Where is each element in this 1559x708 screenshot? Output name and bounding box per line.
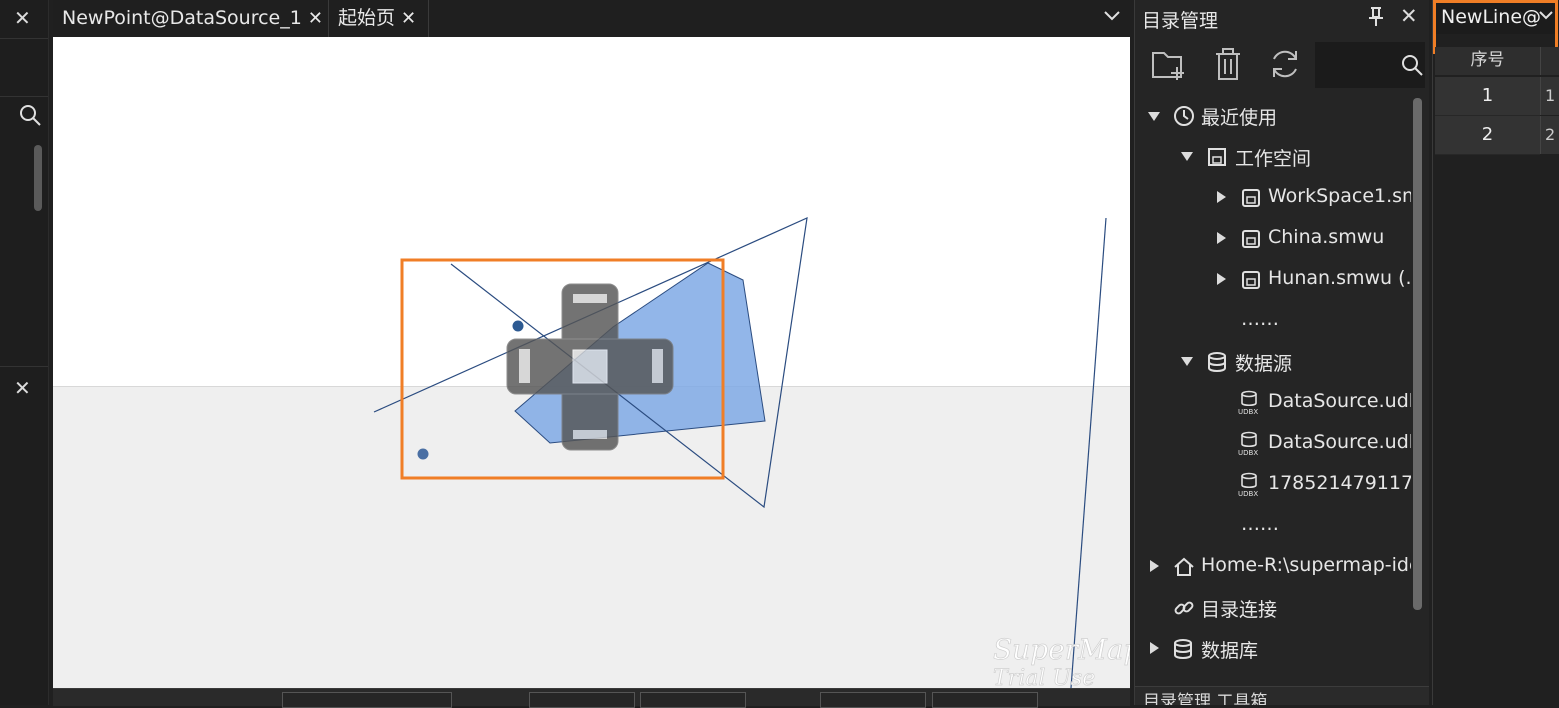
tab-newpoint[interactable]: NewPoint@DataSource_1 ✕ <box>53 0 329 37</box>
panel-close-icon[interactable]: ✕ <box>14 376 31 400</box>
map-tab-bar: NewPoint@DataSource_1 ✕ 起始页 ✕ <box>53 0 1130 37</box>
tree-item-udbx[interactable]: DataSource.udbx <box>1268 390 1411 412</box>
chevron-down-icon[interactable] <box>1537 9 1555 23</box>
map-canvas[interactable]: SuperMap Trial Use <box>53 37 1130 688</box>
left-panel: ✕ ✕ <box>0 0 49 705</box>
tree-item-datasource[interactable]: 数据源 <box>1235 349 1292 376</box>
delete-icon[interactable] <box>1213 47 1243 81</box>
tree-item-more[interactable]: …… <box>1241 308 1279 330</box>
pin-icon[interactable] <box>1367 6 1385 28</box>
database-icon <box>1208 352 1226 372</box>
tab-label: 起始页 <box>338 7 396 29</box>
tree-item-home[interactable]: Home-R:\supermap-idesktop <box>1201 554 1411 576</box>
workspace-file-icon <box>1242 230 1260 248</box>
chevron-down-icon[interactable] <box>1102 8 1122 24</box>
watermark-text: SuperMap <box>993 633 1130 666</box>
tree-item-recent[interactable]: 最近使用 <box>1201 103 1277 130</box>
svg-text:UDBX: UDBX <box>1238 490 1258 498</box>
new-folder-icon[interactable] <box>1151 47 1187 81</box>
tree-item-udbx[interactable]: DataSource.udbx <box>1268 431 1411 453</box>
map-line[interactable] <box>1070 217 1107 688</box>
tree-item-more[interactable]: …… <box>1241 513 1279 535</box>
divider <box>0 366 48 367</box>
home-icon <box>1174 557 1194 576</box>
divider <box>0 96 48 97</box>
tree-item-workspace-file[interactable]: Hunan.smwu (...) <box>1268 267 1411 289</box>
tab-close-icon[interactable]: ✕ <box>401 8 416 29</box>
tree-item-workspace-file[interactable]: China.smwu <box>1268 226 1384 248</box>
bottom-tab-strip[interactable]: 目录管理 工具箱 <box>1135 686 1429 705</box>
close-icon[interactable]: ✕ <box>1400 4 1418 28</box>
expand-arrow-icon[interactable] <box>1217 232 1226 244</box>
column-header-index[interactable]: 序号 <box>1435 47 1540 75</box>
map-point[interactable] <box>512 320 524 332</box>
status-field[interactable] <box>640 692 746 708</box>
status-field[interactable] <box>529 692 635 708</box>
expand-arrow-icon[interactable] <box>1150 560 1159 572</box>
catalog-panel: 目录管理 ✕ 最近使用 工作空间 WorkSpace1.s China.smwu… <box>1134 0 1429 705</box>
expand-arrow-icon[interactable] <box>1217 191 1226 203</box>
table-row-index[interactable]: 1 <box>1435 77 1540 116</box>
watermark-text: Trial Use <box>993 666 1095 688</box>
status-field[interactable] <box>932 692 1038 708</box>
udbx-icon: UDBX <box>1238 431 1258 457</box>
divider <box>0 38 48 39</box>
search-icon[interactable] <box>18 103 42 127</box>
column-header[interactable] <box>1540 47 1559 75</box>
table-cell[interactable]: 1 <box>1540 77 1559 115</box>
map-features[interactable]: SuperMap Trial Use <box>53 37 1130 688</box>
search-icon[interactable] <box>1401 54 1423 76</box>
udbx-icon: UDBX <box>1238 472 1258 498</box>
status-field[interactable] <box>820 692 926 708</box>
table-row-index[interactable]: 2 <box>1435 116 1540 155</box>
clock-icon <box>1174 106 1194 126</box>
scrollbar[interactable] <box>1413 98 1422 610</box>
left-panel-close-icon[interactable]: ✕ <box>14 6 31 30</box>
expand-arrow-icon[interactable] <box>1181 152 1193 161</box>
refresh-icon[interactable] <box>1268 47 1302 81</box>
expand-arrow-icon[interactable] <box>1148 112 1160 121</box>
workspace-icon <box>1208 148 1226 166</box>
tab-label: NewLine@ <box>1441 6 1542 28</box>
workspace-file-icon <box>1242 271 1260 289</box>
tree-item-udbx[interactable]: 1785214791176 <box>1268 472 1411 494</box>
panel-title: 目录管理 <box>1142 10 1219 32</box>
expand-arrow-icon[interactable] <box>1150 642 1159 654</box>
status-field[interactable] <box>282 692 452 708</box>
tab-label: NewPoint@DataSource_1 <box>62 7 302 29</box>
database-icon <box>1174 639 1192 659</box>
expand-arrow-icon[interactable] <box>1217 273 1226 285</box>
scrollbar[interactable] <box>34 145 42 211</box>
tab-start-page[interactable]: 起始页 ✕ <box>329 0 429 37</box>
udbx-icon: UDBX <box>1238 390 1258 416</box>
map-point[interactable] <box>417 448 429 460</box>
table-cell[interactable]: 2 <box>1540 116 1559 154</box>
svg-text:UDBX: UDBX <box>1238 408 1258 416</box>
attribute-table-panel: NewLine@ 序号 1 1 2 2 <box>1432 0 1559 705</box>
svg-text:UDBX: UDBX <box>1238 449 1258 457</box>
tree-item-database[interactable]: 数据库 <box>1201 636 1258 663</box>
tree-item-workspace[interactable]: 工作空间 <box>1235 144 1311 171</box>
link-icon <box>1174 601 1194 615</box>
tree-item-catalog-link[interactable]: 目录连接 <box>1201 595 1277 622</box>
tree-item-workspace-file[interactable]: WorkSpace1.smwu <box>1268 185 1411 207</box>
status-bar <box>53 688 1130 708</box>
tab-close-icon[interactable]: ✕ <box>308 8 323 29</box>
workspace-file-icon <box>1242 189 1260 207</box>
expand-arrow-icon[interactable] <box>1181 357 1193 366</box>
